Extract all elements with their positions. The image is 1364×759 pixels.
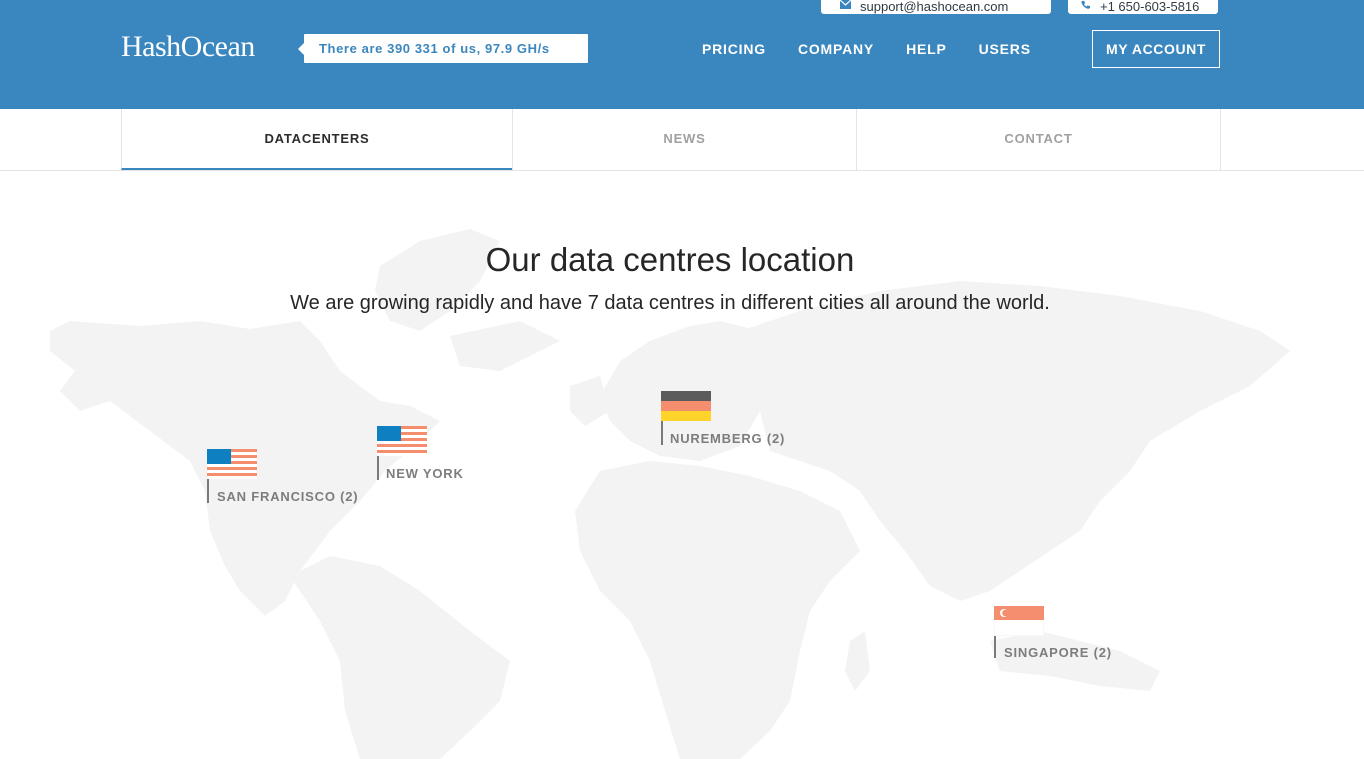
phone-link[interactable]: +1 650-603-5816 (1068, 0, 1218, 14)
location-label: NUREMBERG (2) (670, 431, 786, 446)
tab-bar: DATACENTERS NEWS CONTACT (0, 109, 1364, 171)
us-flag-icon (207, 449, 257, 479)
support-email-link[interactable]: support@hashocean.com (821, 0, 1051, 14)
singapore-flag-icon (994, 606, 1044, 636)
support-email: support@hashocean.com (860, 0, 1009, 14)
nav-users[interactable]: USERS (979, 41, 1031, 57)
nav-help[interactable]: HELP (906, 41, 947, 57)
phone-icon (1081, 0, 1090, 9)
main-nav: PRICING COMPANY HELP USERS (702, 41, 1063, 57)
user-stats-badge: There are 390 331 of us, 97.9 GH/s (298, 34, 588, 63)
tab-news[interactable]: NEWS (512, 109, 856, 170)
location-label: SINGAPORE (2) (1004, 645, 1112, 660)
tab-divider (1220, 109, 1221, 170)
location-label: NEW YORK (386, 466, 464, 481)
germany-flag-icon (661, 391, 711, 421)
envelope-icon (840, 0, 851, 9)
us-flag-icon (377, 426, 427, 456)
page-subtitle: We are growing rapidly and have 7 data c… (290, 292, 1050, 314)
logo[interactable]: HashOcean (121, 30, 255, 64)
phone-number: +1 650-603-5816 (1100, 0, 1200, 14)
site-header: HashOcean There are 390 331 of us, 97.9 … (0, 0, 1364, 109)
nav-pricing[interactable]: PRICING (702, 41, 766, 57)
nav-company[interactable]: COMPANY (798, 41, 874, 57)
page-title: Our data centres location (485, 241, 855, 278)
location-label: SAN FRANCISCO (2) (217, 489, 359, 504)
tab-datacenters[interactable]: DATACENTERS (121, 109, 512, 170)
my-account-button[interactable]: MY ACCOUNT (1092, 30, 1220, 68)
tab-contact[interactable]: CONTACT (856, 109, 1220, 170)
